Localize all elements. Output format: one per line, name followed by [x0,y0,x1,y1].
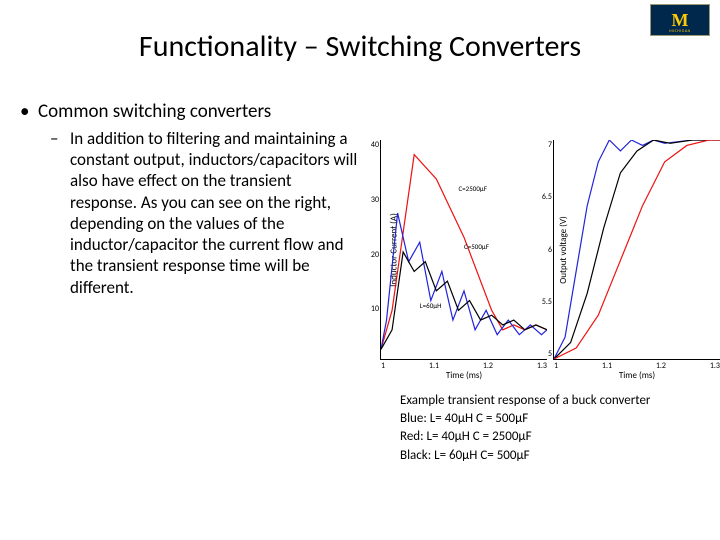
body-text: • Common switching converters – In addit… [20,100,360,298]
chart0-xlabel: Time (ms) [381,370,547,381]
chart-caption: Example transient response of a buck con… [400,392,650,465]
caption-line-2: Blue: L= 40μH C = 500μF [400,410,650,428]
bullet-1-text: Common switching converters [38,100,271,124]
caption-line-4: Black: L= 60μH C= 500μF [400,447,650,465]
chart-inductor-current: Inductor Current (A) Time (ms) 40 30 20 … [380,140,547,360]
caption-line-1: Example transient response of a buck con… [400,392,650,410]
chart0-xticks: 1 1.1 1.2 1.3 [381,361,547,371]
bullet-2-text: In addition to filtering and maintaining… [70,128,360,298]
chart1-xlabel: Time (ms) [554,370,720,381]
chart-annotation: C=500μF [464,242,489,251]
chart1-yticks: 7 6.5 6 5.5 5 [536,140,552,359]
chart1-plot [554,140,720,359]
logo-letter: M [672,11,689,29]
chart1-xticks: 1 1.1 1.2 1.3 [554,361,720,371]
chart-area: Inductor Current (A) Time (ms) 40 30 20 … [380,140,720,360]
chart-annotation: L=60μH [420,301,442,310]
bullet-level-1: • Common switching converters [20,100,360,124]
chart-output-voltage: Output voltage (V) Time (ms) 7 6.5 6 5.5… [553,140,720,360]
chart0-yticks: 40 30 20 10 [363,140,379,359]
chart-annotation: C=2500μF [458,184,486,193]
bullet-dash: – [50,128,70,298]
slide-title: Functionality – Switching Converters [0,28,720,65]
bullet-level-2: – In addition to filtering and maintaini… [50,128,360,298]
bullet-dot: • [20,100,38,124]
caption-line-3: Red: L= 40μH C = 2500μF [400,428,650,446]
